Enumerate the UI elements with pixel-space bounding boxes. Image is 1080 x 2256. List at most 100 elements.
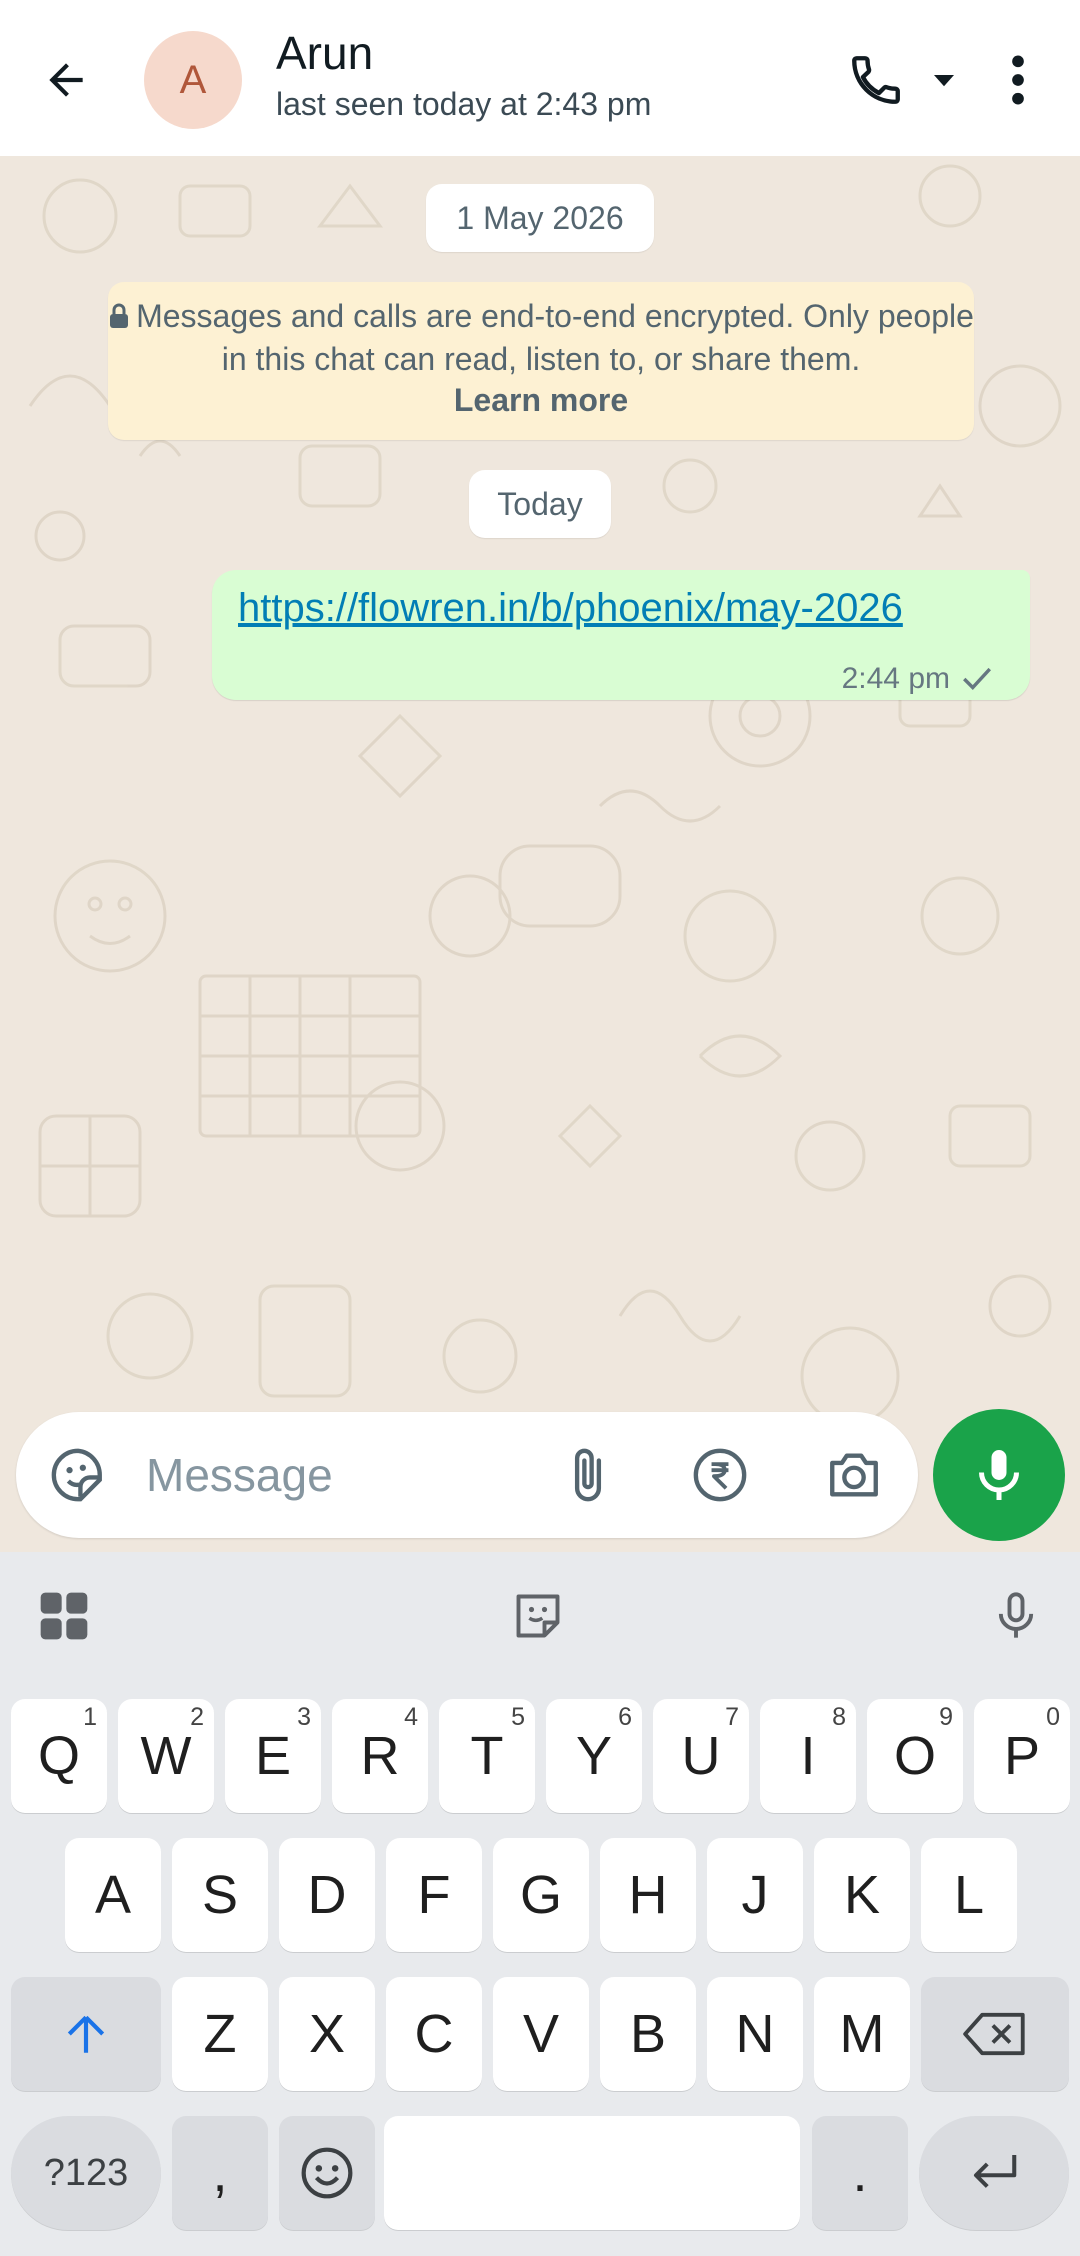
message-time: 2:44 pm: [841, 662, 950, 695]
key-d[interactable]: D: [279, 1838, 375, 1952]
key-r[interactable]: R4: [332, 1699, 428, 1813]
rupee-icon: [693, 1448, 747, 1502]
keyboard-apps-button[interactable]: [32, 1584, 96, 1648]
key-x[interactable]: X: [279, 1977, 375, 2091]
key-v[interactable]: V: [493, 1977, 589, 2091]
learn-more-link[interactable]: Learn more: [454, 382, 628, 418]
key-a[interactable]: A: [65, 1838, 161, 1952]
key-hint: 4: [404, 1703, 418, 1731]
key-label: P: [1003, 1726, 1041, 1786]
date-chip: 1 May 2026: [426, 184, 654, 252]
encryption-text: Messages and calls are end-to-end encryp…: [136, 298, 974, 377]
keyboard-sticker-button[interactable]: [506, 1584, 570, 1648]
key-hint: 8: [832, 1703, 846, 1731]
sticker-button[interactable]: [46, 1443, 110, 1507]
key-s[interactable]: S: [172, 1838, 268, 1952]
more-vert-icon: [1012, 55, 1024, 105]
payment-button[interactable]: [688, 1443, 752, 1507]
key-label: U: [681, 1726, 721, 1786]
keyboard: Q1 W2 E3 R4 T5 Y6 U7 I8 O9 P0 A S D F G …: [0, 1552, 1080, 2256]
key-b[interactable]: B: [600, 1977, 696, 2091]
outgoing-message-bubble[interactable]: https://flowren.in/b/phoenix/may-2026 2:…: [212, 570, 1030, 700]
key-o[interactable]: O9: [867, 1699, 963, 1813]
key-t[interactable]: T5: [439, 1699, 535, 1813]
key-z[interactable]: Z: [172, 1977, 268, 2091]
period-key[interactable]: .: [812, 2116, 908, 2230]
avatar-initial: A: [179, 57, 207, 102]
key-hint: 3: [297, 1703, 311, 1731]
key-hint: 0: [1046, 1703, 1060, 1731]
key-hint: 6: [618, 1703, 632, 1731]
key-u[interactable]: U7: [653, 1699, 749, 1813]
shift-arrow-icon: [67, 2015, 105, 2053]
enter-key[interactable]: [919, 2116, 1069, 2230]
grid-icon: [40, 1592, 88, 1640]
message-composer: [16, 1412, 918, 1538]
contact-name[interactable]: Arun: [276, 26, 373, 80]
lock-icon: [108, 298, 130, 339]
caret-down-icon: [934, 75, 954, 87]
key-label: W: [140, 1726, 192, 1786]
key-label: O: [893, 1726, 936, 1786]
mic-icon: [979, 1450, 1019, 1500]
voice-record-button[interactable]: [933, 1409, 1065, 1541]
camera-button[interactable]: [822, 1443, 886, 1507]
key-label: Q: [37, 1726, 80, 1786]
back-button[interactable]: [30, 44, 102, 116]
key-label: Y: [575, 1726, 613, 1786]
backspace-icon: [963, 2012, 1025, 2056]
key-hint: 5: [511, 1703, 525, 1731]
key-label: R: [360, 1726, 400, 1786]
key-j[interactable]: J: [707, 1838, 803, 1952]
arrow-left-icon: [49, 63, 83, 97]
attach-button[interactable]: [556, 1443, 620, 1507]
camera-icon: [830, 1453, 878, 1497]
key-k[interactable]: K: [814, 1838, 910, 1952]
contact-status: last seen today at 2:43 pm: [276, 86, 652, 122]
key-g[interactable]: G: [493, 1838, 589, 1952]
message-link[interactable]: https://flowren.in/b/phoenix/may-2026: [238, 586, 903, 631]
paperclip-icon: [574, 1448, 602, 1502]
key-f[interactable]: F: [386, 1838, 482, 1952]
key-hint: 1: [83, 1703, 97, 1731]
space-key[interactable]: [384, 2116, 800, 2230]
symbols-key[interactable]: ?123: [11, 2116, 161, 2230]
sticker-icon: [51, 1448, 102, 1502]
call-options-dropdown[interactable]: [924, 60, 964, 100]
key-p[interactable]: P0: [974, 1699, 1070, 1813]
key-m[interactable]: M: [814, 1977, 910, 2091]
key-l[interactable]: L: [921, 1838, 1017, 1952]
shift-key[interactable]: [11, 1977, 161, 2091]
key-label: I: [800, 1726, 816, 1786]
key-c[interactable]: C: [386, 1977, 482, 2091]
chat-area[interactable]: 1 May 2026 Messages and calls are end-to…: [0, 156, 1080, 1552]
mic-outline-icon: [998, 1592, 1034, 1638]
key-label: E: [254, 1726, 292, 1786]
key-n[interactable]: N: [707, 1977, 803, 2091]
backspace-key[interactable]: [921, 1977, 1069, 2091]
key-label: T: [470, 1726, 504, 1786]
avatar[interactable]: A: [144, 31, 242, 129]
keyboard-voice-button[interactable]: [984, 1584, 1048, 1648]
more-options-button[interactable]: [996, 44, 1040, 116]
enter-icon: [973, 2155, 1017, 2188]
chat-header: A Arun last seen today at 2:43 pm: [0, 0, 1080, 156]
voice-call-button[interactable]: [840, 44, 912, 116]
sticker-note-icon: [516, 1594, 560, 1638]
key-h[interactable]: H: [600, 1838, 696, 1952]
key-y[interactable]: Y6: [546, 1699, 642, 1813]
check-icon: [963, 667, 991, 690]
message-input[interactable]: [146, 1430, 526, 1520]
encryption-notice[interactable]: Messages and calls are end-to-end encryp…: [108, 282, 974, 440]
emoji-key[interactable]: [279, 2116, 375, 2230]
key-hint: 7: [725, 1703, 739, 1731]
key-q[interactable]: Q1: [11, 1699, 107, 1813]
key-i[interactable]: I8: [760, 1699, 856, 1813]
key-hint: 9: [939, 1703, 953, 1731]
phone-icon: [852, 56, 900, 104]
date-chip-today: Today: [469, 470, 611, 538]
key-w[interactable]: W2: [118, 1699, 214, 1813]
comma-key[interactable]: ,: [172, 2116, 268, 2230]
key-e[interactable]: E3: [225, 1699, 321, 1813]
emoji-icon: [301, 2147, 353, 2199]
